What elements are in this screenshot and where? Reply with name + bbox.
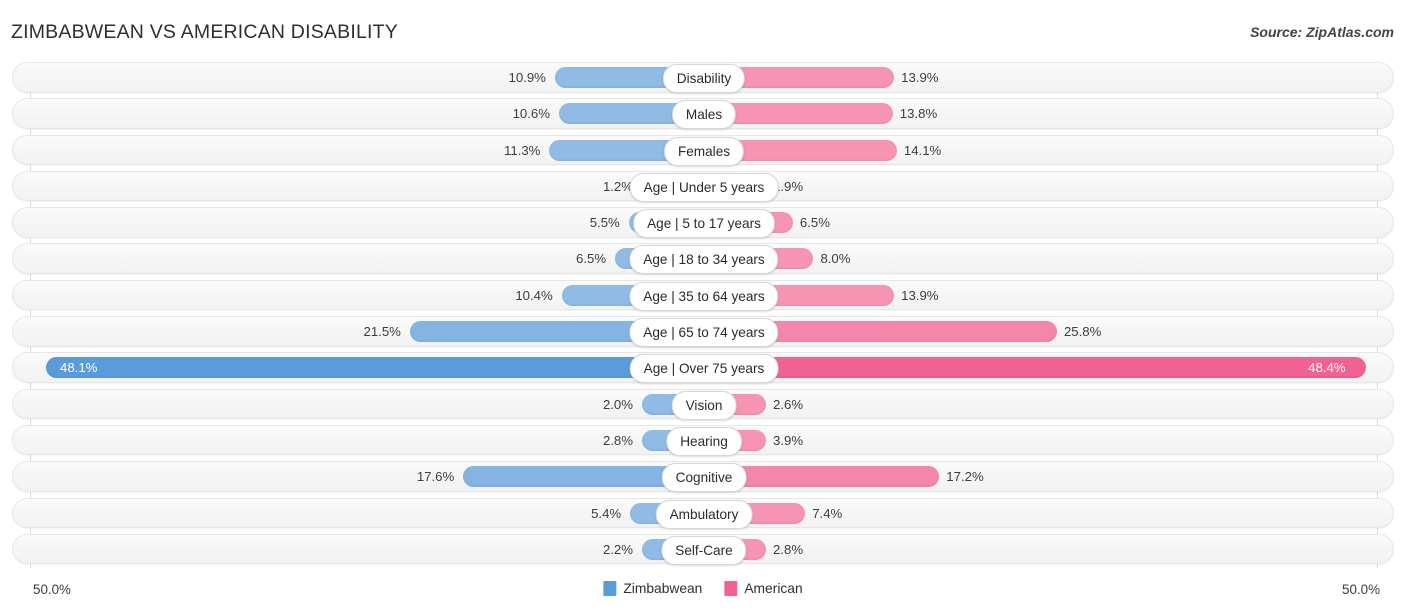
row-bars: 48.1% 48.4% Age | Over 75 years [13, 353, 1393, 384]
value-label-zimbabwean: 1.2% [602, 178, 633, 194]
value-label-american: 17.2% [946, 469, 984, 485]
table-row[interactable]: 2.8% 3.9% Hearing [12, 424, 1394, 456]
category-label-pill[interactable]: Ambulatory [655, 499, 753, 529]
value-label-zimbabwean: 2.2% [602, 541, 633, 557]
row-bars: 10.9% 13.9% Disability [13, 63, 1393, 93]
row-bars: 5.4% 7.4% Ambulatory [13, 499, 1393, 529]
table-row[interactable]: 10.9% 13.9% Disability [12, 62, 1394, 93]
category-label-pill[interactable]: Cognitive [661, 463, 747, 493]
value-label-zimbabwean: 48.1% [59, 360, 98, 376]
value-label-zimbabwean: 10.4% [515, 287, 553, 303]
table-row[interactable]: 2.2% 2.8% Self-Care [12, 533, 1394, 565]
bar-zimbabwean[interactable] [45, 357, 704, 379]
table-row[interactable]: 48.1% 48.4% Age | Over 75 years [12, 352, 1394, 384]
chart-page: ZIMBABWEAN VS AMERICAN DISABILITY Source… [0, 0, 1406, 612]
row-bars: 1.2% 1.9% Age | Under 5 years [13, 172, 1393, 202]
legend-swatch-icon [603, 581, 617, 596]
axis-label-left: 50.0% [33, 582, 71, 597]
legend-label: Zimbabwean [623, 581, 703, 596]
table-row[interactable]: 11.3% 14.1% Females [12, 134, 1394, 166]
value-label-american: 3.9% [773, 432, 804, 448]
category-label-pill[interactable]: Disability [662, 64, 746, 93]
table-row[interactable]: 5.5% 6.5% Age | 5 to 17 years [12, 207, 1394, 239]
value-label-american: 13.8% [899, 106, 938, 122]
row-bars: 11.3% 14.1% Females [13, 136, 1393, 166]
table-row[interactable]: 1.2% 1.9% Age | Under 5 years [12, 170, 1394, 202]
category-label-pill[interactable]: Vision [671, 390, 737, 420]
table-row[interactable]: 5.4% 7.4% Ambulatory [12, 497, 1394, 529]
table-row[interactable]: 17.6% 17.2% Cognitive [12, 461, 1394, 493]
category-label-pill[interactable]: Hearing [666, 426, 742, 456]
category-label-pill[interactable]: Females [663, 136, 745, 166]
category-label-pill[interactable]: Age | 65 to 74 years [629, 318, 779, 348]
value-label-american: 14.1% [903, 142, 942, 158]
value-label-american: 25.8% [1063, 324, 1102, 340]
row-bars: 2.8% 3.9% Hearing [13, 426, 1393, 456]
chart-header: ZIMBABWEAN VS AMERICAN DISABILITY Source… [0, 0, 1406, 62]
value-label-zimbabwean: 11.3% [504, 142, 541, 158]
row-bars: 10.6% 13.8% Males [13, 99, 1393, 130]
value-label-zimbabwean: 10.9% [508, 70, 546, 85]
value-label-zimbabwean: 21.5% [363, 324, 401, 340]
value-label-american: 2.6% [773, 396, 804, 412]
value-label-zimbabwean: 2.0% [602, 396, 633, 412]
category-label-pill[interactable]: Age | 5 to 17 years [633, 209, 775, 239]
row-bars: 2.0% 2.6% Vision [13, 390, 1393, 420]
row-bars: 21.5% 25.8% Age | 65 to 74 years [13, 317, 1393, 348]
chart-legend: Zimbabwean American [603, 581, 803, 596]
table-row[interactable]: 10.4% 13.9% Age | 35 to 64 years [12, 279, 1394, 311]
table-row[interactable]: 6.5% 8.0% Age | 18 to 34 years [12, 243, 1394, 275]
bar-american[interactable] [704, 357, 1367, 379]
table-row[interactable]: 2.0% 2.6% Vision [12, 388, 1394, 420]
value-label-zimbabwean: 5.5% [589, 215, 620, 231]
value-label-american: 2.8% [773, 541, 804, 557]
value-label-american: 6.5% [799, 215, 830, 231]
chart-footer: 50.0% Zimbabwean American 50.0% [0, 574, 1406, 612]
value-label-american: 8.0% [820, 251, 851, 267]
value-label-american: 13.9% [901, 287, 939, 303]
legend-item[interactable]: Zimbabwean [603, 581, 702, 596]
row-bars: 6.5% 8.0% Age | 18 to 34 years [13, 244, 1393, 275]
legend-item[interactable]: American [724, 581, 803, 596]
row-bars: 5.5% 6.5% Age | 5 to 17 years [13, 208, 1393, 239]
value-label-american: 7.4% [812, 505, 843, 521]
category-label-pill[interactable]: Age | Over 75 years [629, 354, 779, 384]
source-attribution: Source: ZipAtlas.com [1250, 24, 1394, 40]
value-label-zimbabwean: 6.5% [576, 251, 607, 267]
value-label-zimbabwean: 17.6% [416, 469, 455, 485]
row-bars: 10.4% 13.9% Age | 35 to 64 years [13, 281, 1393, 311]
category-label-pill[interactable]: Age | 18 to 34 years [629, 245, 779, 275]
bar-row-list: 10.9% 13.9% Disability 10.6% 13.8% Males 11.3%… [0, 62, 1406, 570]
value-label-american: 13.9% [901, 70, 939, 85]
value-label-american: 48.4% [1308, 360, 1346, 376]
legend-label: American [744, 581, 803, 596]
value-label-zimbabwean: 10.6% [512, 106, 550, 122]
category-label-pill[interactable]: Males [671, 100, 737, 130]
page-title: ZIMBABWEAN VS AMERICAN DISABILITY [11, 21, 398, 43]
category-label-pill[interactable]: Age | Under 5 years [629, 172, 779, 202]
category-label-pill[interactable]: Self-Care [661, 535, 747, 565]
axis-label-right: 50.0% [1342, 582, 1380, 597]
row-bars: 2.2% 2.8% Self-Care [13, 535, 1393, 565]
category-label-pill[interactable]: Age | 35 to 64 years [629, 281, 779, 311]
legend-swatch-icon [724, 581, 738, 596]
table-row[interactable]: 10.6% 13.8% Males [12, 98, 1394, 130]
value-label-zimbabwean: 5.4% [591, 505, 622, 521]
plot-area: 10.9% 13.9% Disability 10.6% 13.8% Males 11.3%… [0, 62, 1406, 574]
table-row[interactable]: 21.5% 25.8% Age | 65 to 74 years [12, 316, 1394, 348]
value-label-zimbabwean: 2.8% [602, 432, 633, 448]
row-bars: 17.6% 17.2% Cognitive [13, 462, 1393, 493]
